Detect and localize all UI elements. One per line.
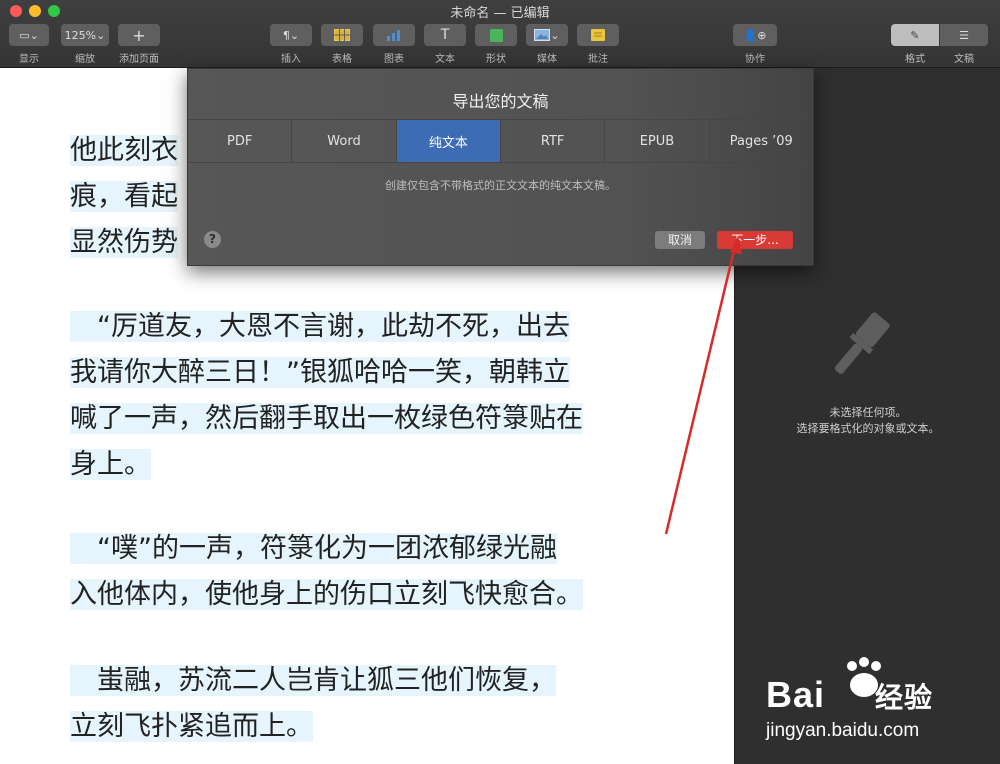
watermark-url: jingyan.baidu.com xyxy=(766,720,920,741)
baidu-watermark: Bai 经验 jingyan.baidu.com xyxy=(762,656,990,748)
watermark-brand: Bai 经验 xyxy=(766,674,934,715)
annotation-arrow xyxy=(664,236,742,535)
